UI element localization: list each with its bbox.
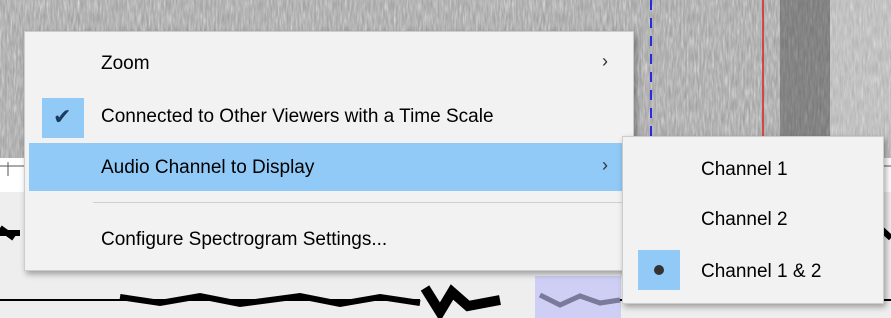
chevron-right-icon: › xyxy=(602,155,608,175)
menu-item-label: Zoom xyxy=(101,53,150,74)
menu-item-label: Connected to Other Viewers with a Time S… xyxy=(101,106,494,127)
menu-separator xyxy=(93,202,625,203)
menu-item-configure-spectrogram[interactable]: Configure Spectrogram Settings... xyxy=(29,215,629,263)
submenu-item-label: Channel 1 & 2 xyxy=(701,261,822,282)
menu-item-connected-viewers[interactable]: Connected to Other Viewers with a Time S… xyxy=(29,92,629,140)
radio-selected-icon xyxy=(638,250,680,290)
submenu-item-channel-2[interactable]: Channel 2 xyxy=(627,195,879,243)
menu-item-audio-channel[interactable]: Audio Channel to Display › xyxy=(29,143,629,191)
menu-item-zoom[interactable]: Zoom › xyxy=(29,39,629,87)
context-menu: Zoom › Connected to Other Viewers with a… xyxy=(24,31,634,271)
channel-submenu: Channel 1 Channel 2 Channel 1 & 2 xyxy=(622,136,884,304)
submenu-item-channel-1[interactable]: Channel 1 xyxy=(627,145,879,193)
check-icon: ✔ xyxy=(42,98,84,138)
submenu-item-label: Channel 1 xyxy=(701,159,788,180)
menu-item-label: Audio Channel to Display xyxy=(101,157,315,178)
chevron-right-icon: › xyxy=(602,51,608,71)
menu-item-label: Configure Spectrogram Settings... xyxy=(101,229,388,250)
submenu-item-label: Channel 2 xyxy=(701,209,788,230)
